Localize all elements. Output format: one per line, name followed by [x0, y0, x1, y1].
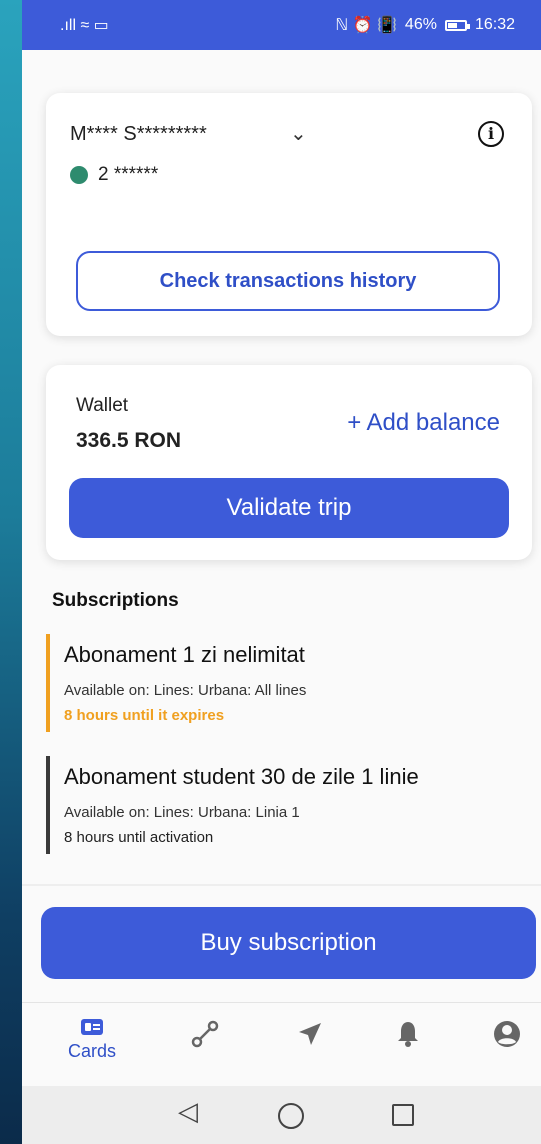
subscription-name: Abonament 1 zi nelimitat — [64, 642, 305, 667]
wallet-card: Wallet 336.5 RON + Add balance Validate … — [46, 365, 532, 560]
status-icons: ℕ ⏰ 📳 — [335, 17, 397, 34]
status-left: .ıll ≈ ▭ — [60, 15, 109, 35]
bell-icon — [398, 1022, 418, 1047]
status-bar: .ıll ≈ ▭ ℕ ⏰ 📳 46% 16:32 — [22, 0, 541, 50]
nav-cards-label: Cards — [67, 1041, 116, 1061]
wallet-amount: 336.5 RON — [76, 429, 182, 452]
battery-icon — [444, 19, 470, 31]
check-transactions-button[interactable]: Check transactions history — [76, 251, 500, 311]
account-number: 2 ****** — [98, 164, 159, 185]
subscription-availability: Available on: Lines: Urbana: All lines — [64, 682, 307, 699]
account-card: M**** S********* ⌄ i 2 ****** Check tran… — [46, 93, 532, 336]
add-balance-link[interactable]: + Add balance — [347, 409, 500, 437]
subscription-availability: Available on: Lines: Urbana: Linia 1 — [64, 804, 300, 821]
user-icon — [494, 1021, 520, 1047]
subscription-name: Abonament student 30 de zile 1 linie — [64, 764, 419, 789]
clock: 16:32 — [474, 16, 515, 33]
subscription-accent-bar — [46, 634, 50, 732]
subscription-status: 8 hours until it expires — [64, 707, 225, 724]
nav-profile[interactable] — [492, 1019, 522, 1054]
buy-subscription-button[interactable]: Buy subscription — [41, 907, 536, 979]
signal-icon: .ıll ≈ ▭ — [60, 17, 109, 34]
wallet-label: Wallet — [76, 395, 129, 416]
subscription-item[interactable]: Abonament 1 zi nelimitat Available on: L… — [46, 634, 306, 732]
subscription-item[interactable]: Abonament student 30 de zile 1 linie Ava… — [46, 756, 419, 854]
status-dot — [70, 166, 88, 184]
validate-trip-button[interactable]: Validate trip — [69, 478, 509, 538]
subscriptions-heading: Subscriptions — [52, 590, 179, 611]
navigation-icon — [299, 1023, 321, 1045]
subscription-accent-bar — [46, 756, 50, 854]
system-nav-bar: ◁ — [22, 1086, 541, 1144]
account-name: M**** S********* — [70, 123, 207, 145]
nav-notifications[interactable] — [394, 1019, 422, 1054]
home-icon[interactable] — [278, 1103, 304, 1129]
subscription-status: 8 hours until activation — [64, 829, 214, 846]
bottom-nav: Cards — [22, 1002, 541, 1087]
back-icon[interactable]: ◁ — [178, 1096, 198, 1127]
battery-percent: 46% — [404, 16, 437, 33]
route-icon — [191, 1020, 219, 1048]
recents-icon[interactable] — [392, 1104, 414, 1126]
phone-screen: .ıll ≈ ▭ ℕ ⏰ 📳 46% 16:32 M**** S********… — [22, 0, 541, 1144]
nav-route[interactable] — [190, 1019, 220, 1054]
status-right: ℕ ⏰ 📳 46% 16:32 — [335, 15, 515, 35]
nav-location[interactable] — [295, 1019, 325, 1054]
info-icon[interactable]: i — [478, 121, 504, 147]
divider — [22, 884, 541, 886]
chevron-down-icon[interactable]: ⌄ — [290, 121, 307, 146]
card-icon — [81, 1019, 103, 1035]
nav-cards[interactable]: Cards — [62, 1019, 122, 1062]
